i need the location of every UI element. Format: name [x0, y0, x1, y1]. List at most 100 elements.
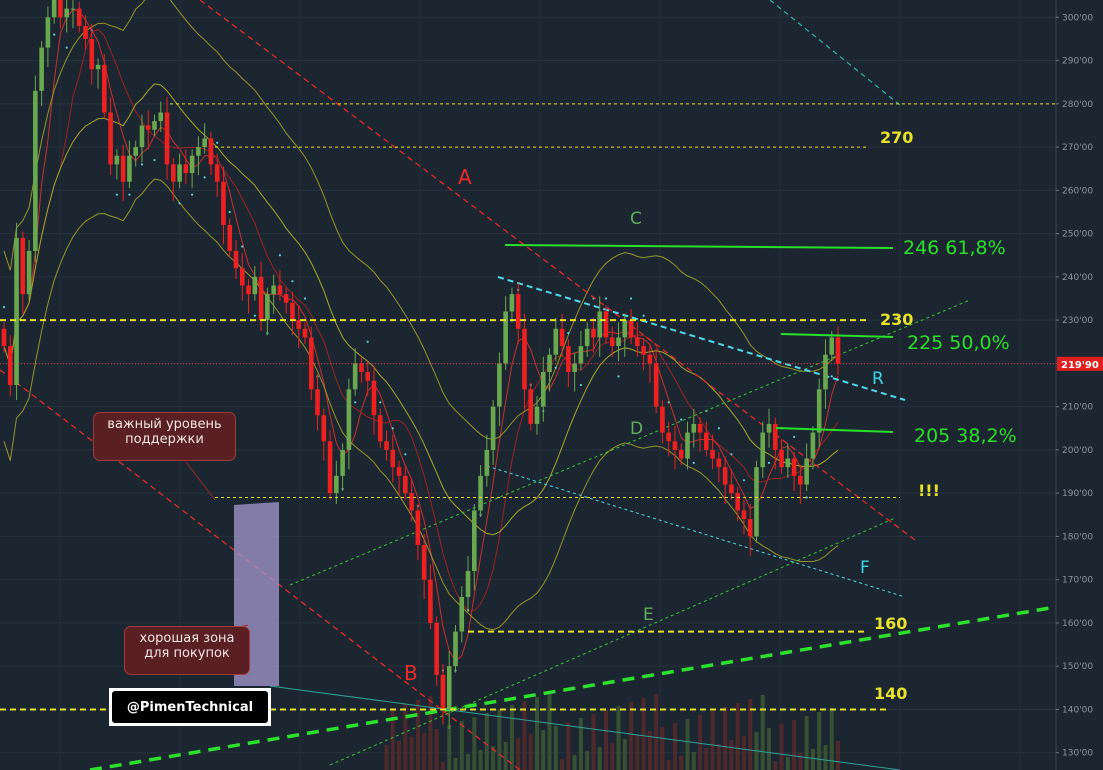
candle-body [603, 311, 609, 338]
candle-body [139, 125, 145, 148]
sar-dot [178, 202, 181, 205]
volume-bar [710, 711, 715, 770]
candle-body [334, 475, 339, 494]
sar-dot [604, 297, 608, 300]
candle-body [428, 579, 433, 623]
volume-bar [503, 742, 508, 770]
volume-bar [578, 718, 583, 770]
sar-dot [667, 401, 670, 404]
volume-bar [610, 743, 615, 770]
volume-bar [466, 754, 471, 770]
sar-dot [53, 33, 56, 36]
candle-body [559, 328, 565, 347]
pattern-label-E: E [643, 605, 654, 625]
current-price-label: 219'90 [1061, 360, 1099, 371]
volume-bar [591, 714, 596, 770]
pattern-label-B: B [404, 661, 418, 685]
volume-bar [817, 712, 822, 770]
volume-bar [679, 756, 684, 770]
sar-dot [153, 158, 156, 162]
candle-body [214, 164, 220, 182]
axis-tick-label: 130'00 [1062, 749, 1093, 759]
candle-body [152, 121, 157, 130]
candle-body [133, 147, 138, 156]
candle-body [421, 545, 427, 580]
level-label: !!! [918, 481, 940, 500]
axis-tick-label: 300'00 [1062, 13, 1093, 23]
candle-body [164, 112, 170, 165]
sar-dot [404, 453, 407, 456]
sar-dot [354, 401, 357, 404]
volume-bar [735, 703, 740, 770]
volume-bar [685, 719, 690, 770]
candle-body [440, 674, 446, 710]
candle-body [446, 666, 452, 710]
volume-bar [741, 736, 746, 770]
candle-body [522, 328, 527, 390]
candle-body [509, 294, 515, 312]
watermark-text: @PimenTechnical [112, 691, 268, 723]
candle-body [14, 237, 19, 385]
axis-tick-label: 270'00 [1062, 143, 1093, 153]
candle-body [246, 285, 251, 295]
axis-tick-label: 200'00 [1062, 446, 1093, 456]
sar-dot [742, 479, 746, 482]
green-channel-upper [289, 299, 971, 586]
candle-body [252, 276, 258, 295]
sar-dot [115, 193, 118, 196]
candle-body [271, 285, 276, 295]
volume-bar [760, 695, 765, 770]
candle-body [26, 250, 32, 295]
axis-tick-label: 180'00 [1062, 532, 1093, 542]
candle-body [346, 389, 352, 450]
volume-bar [434, 729, 439, 770]
candle-body [51, 0, 57, 18]
sar-dot [2, 306, 6, 309]
sar-dot [65, 46, 68, 49]
sar-dot [730, 453, 733, 456]
candle-body [321, 415, 327, 442]
candle-body [108, 112, 113, 165]
volume-bar [422, 733, 427, 770]
volume-bar [666, 760, 671, 770]
candle-body [609, 337, 615, 347]
sar-dot [379, 401, 382, 404]
candle-body [616, 337, 621, 347]
sar-dot [228, 210, 231, 214]
volume-bar [836, 741, 840, 770]
candle-body [233, 250, 239, 269]
candle-body [472, 510, 477, 572]
candle-body [258, 276, 264, 321]
fib-line [775, 427, 894, 433]
green-channel-lower [329, 517, 896, 766]
candle-body [434, 622, 439, 675]
volume-bar [440, 762, 445, 770]
sar-dot [554, 366, 557, 369]
candle-body [177, 164, 182, 182]
sar-dot [680, 418, 683, 421]
candle-body [202, 138, 207, 148]
sar-dot [629, 297, 633, 300]
candle-body [102, 64, 107, 113]
candle-body [497, 363, 502, 407]
sar-dot [216, 141, 219, 144]
candle-body [239, 268, 245, 286]
candle-body [691, 423, 697, 433]
candle-body [403, 475, 408, 494]
candle-body [327, 441, 333, 494]
level-label: 270 [880, 128, 913, 147]
candle-body [283, 294, 289, 303]
axis-tick-label: 160'00 [1062, 619, 1093, 629]
sar-dot [567, 331, 570, 335]
buy-zone-callout-text: хорошая зона для покупок [139, 631, 235, 661]
axis-background [1056, 0, 1103, 770]
volume-bar [547, 693, 552, 770]
volume-bar [723, 707, 728, 770]
axis-tick-label: 140'00 [1062, 705, 1093, 715]
volume-bar [773, 761, 778, 770]
axis-tick-label: 280'00 [1062, 100, 1093, 110]
volume-bar [572, 755, 577, 770]
candle-body [666, 432, 671, 442]
candle-body [352, 363, 358, 390]
candle-body [315, 389, 320, 416]
